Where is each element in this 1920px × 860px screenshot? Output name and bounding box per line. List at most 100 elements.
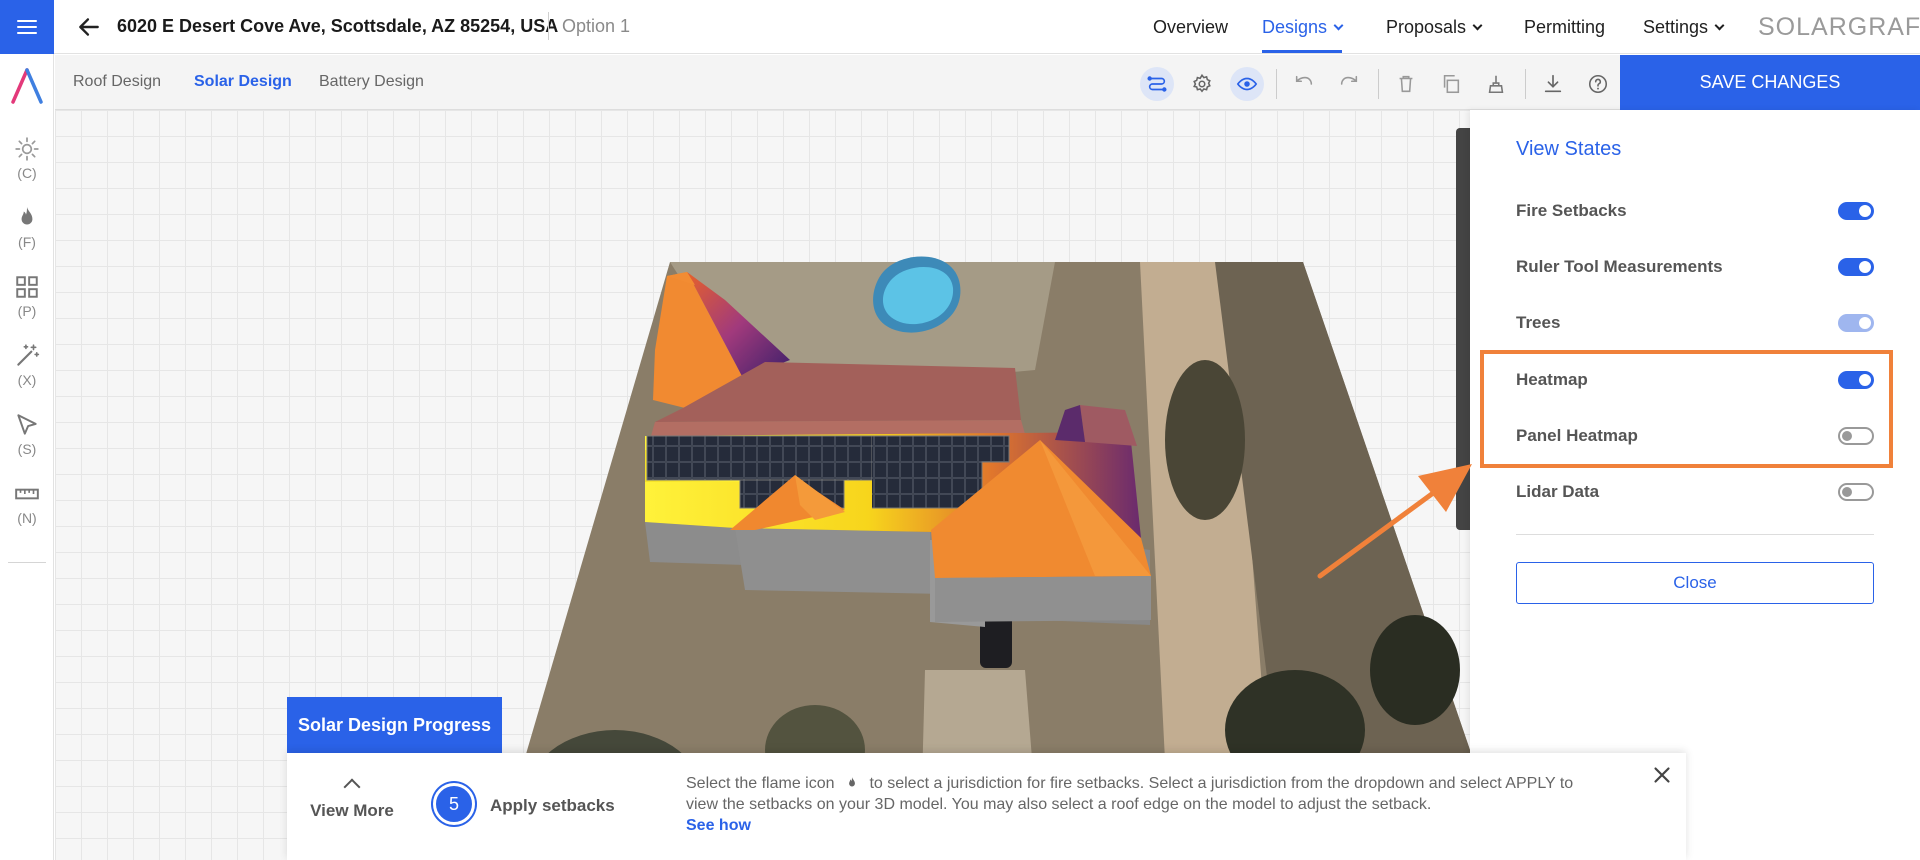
view-state-fire-setbacks: Fire Setbacks bbox=[1516, 196, 1874, 226]
panel-divider bbox=[1516, 534, 1874, 535]
flame-icon bbox=[21, 207, 33, 225]
view-state-label: Fire Setbacks bbox=[1516, 201, 1627, 220]
tab-solar-design[interactable]: Solar Design bbox=[194, 73, 292, 91]
chevron-down-icon bbox=[1472, 20, 1483, 30]
nav-settings-label: Settings bbox=[1643, 16, 1709, 37]
nav-proposals-label: Proposals bbox=[1386, 16, 1467, 37]
tool-key: (N) bbox=[17, 510, 37, 526]
nav-permitting-label: Permitting bbox=[1524, 16, 1606, 37]
app-logo-icon bbox=[11, 68, 43, 104]
delete-button[interactable] bbox=[1389, 67, 1423, 101]
fire-setbacks-toggle[interactable] bbox=[1838, 202, 1874, 220]
brush-icon bbox=[1488, 75, 1504, 94]
view-state-label: Heatmap bbox=[1516, 370, 1588, 389]
heatmap-toggle[interactable] bbox=[1838, 371, 1874, 389]
progress-card: View More 5 Apply setbacks Select the fl… bbox=[287, 753, 1686, 860]
nav-designs-label: Designs bbox=[1262, 16, 1328, 37]
download-icon bbox=[1544, 74, 1562, 93]
step-number-badge: 5 bbox=[433, 783, 475, 825]
tool-fire[interactable]: (F) bbox=[0, 205, 54, 250]
nav-designs[interactable]: Designs bbox=[1262, 0, 1344, 54]
view-state-label: Panel Heatmap bbox=[1516, 426, 1638, 445]
hamburger-menu-icon[interactable] bbox=[0, 0, 54, 54]
step-title: Apply setbacks bbox=[490, 796, 615, 815]
view-more-button[interactable]: View More bbox=[287, 775, 417, 821]
view-states-panel: View States Fire Setbacks Ruler Tool Mea… bbox=[1470, 110, 1920, 860]
trees-toggle[interactable] bbox=[1838, 314, 1874, 332]
nav-proposals[interactable]: Proposals bbox=[1386, 0, 1483, 54]
view-state-trees: Trees bbox=[1516, 308, 1874, 338]
left-toolbar: (C) (F) (P) (X) (S) (N) bbox=[0, 54, 54, 860]
ruler-icon bbox=[15, 488, 39, 500]
nav-overview-label: Overview bbox=[1153, 16, 1229, 37]
tool-ruler[interactable]: (N) bbox=[0, 481, 54, 526]
tool-sun[interactable]: (C) bbox=[0, 136, 54, 181]
tool-key: (X) bbox=[17, 372, 37, 388]
panel-resize-handle[interactable] bbox=[1456, 128, 1470, 530]
lidar-data-toggle[interactable] bbox=[1838, 483, 1874, 501]
close-icon[interactable] bbox=[1649, 762, 1675, 788]
brush-button[interactable] bbox=[1479, 67, 1513, 101]
settings-button[interactable] bbox=[1185, 67, 1219, 101]
tool-key: (F) bbox=[18, 234, 36, 250]
chevron-down-icon bbox=[1333, 20, 1344, 30]
nav-overview[interactable]: Overview bbox=[1153, 0, 1228, 54]
sun-icon bbox=[15, 137, 39, 161]
ruler-measurements-toggle[interactable] bbox=[1838, 258, 1874, 276]
toolbar-divider bbox=[1378, 69, 1379, 99]
toolbar-divider bbox=[1276, 69, 1277, 99]
tool-magic[interactable]: (X) bbox=[0, 343, 54, 388]
view-state-ruler: Ruler Tool Measurements bbox=[1516, 252, 1874, 282]
back-arrow-icon[interactable] bbox=[76, 14, 102, 40]
magic-wand-icon bbox=[17, 344, 40, 366]
trash-icon bbox=[1399, 75, 1413, 93]
tab-roof-design[interactable]: Roof Design bbox=[73, 73, 161, 91]
tab-battery-design[interactable]: Battery Design bbox=[319, 73, 424, 91]
tool-select[interactable]: (S) bbox=[0, 412, 54, 457]
view-state-panel-heatmap: Panel Heatmap bbox=[1516, 421, 1874, 451]
tool-key: (S) bbox=[17, 441, 37, 457]
view-state-label: Ruler Tool Measurements bbox=[1516, 257, 1723, 276]
tool-panels[interactable]: (P) bbox=[0, 274, 54, 319]
solar-design-progress-tab[interactable]: Solar Design Progress bbox=[287, 697, 502, 753]
solargraf-logo: SOLARGRAF bbox=[1758, 13, 1920, 41]
tool-key: (C) bbox=[17, 165, 37, 181]
save-changes-button[interactable]: SAVE CHANGES bbox=[1620, 55, 1920, 110]
view-more-label: View More bbox=[310, 801, 394, 820]
top-header: 6020 E Desert Cove Ave, Scottsdale, AZ 8… bbox=[0, 0, 1920, 54]
header-divider bbox=[548, 12, 549, 40]
close-button[interactable]: Close bbox=[1516, 562, 1874, 604]
cursor-arrow-icon bbox=[17, 414, 37, 435]
instruction-text: Select the flame icon bbox=[686, 775, 835, 792]
nav-permitting[interactable]: Permitting bbox=[1524, 0, 1605, 54]
see-how-link[interactable]: See how bbox=[686, 817, 751, 834]
undo-button[interactable] bbox=[1287, 67, 1321, 101]
view-state-heatmap: Heatmap bbox=[1516, 365, 1874, 395]
gear-icon bbox=[1193, 73, 1211, 93]
copy-button[interactable] bbox=[1434, 67, 1468, 101]
view-state-lidar: Lidar Data bbox=[1516, 477, 1874, 507]
help-button[interactable] bbox=[1581, 67, 1615, 101]
download-button[interactable] bbox=[1536, 67, 1570, 101]
copy-icon bbox=[1443, 74, 1460, 94]
design-canvas[interactable] bbox=[55, 110, 1470, 860]
view-state-label: Lidar Data bbox=[1516, 482, 1600, 501]
route-button[interactable] bbox=[1140, 67, 1174, 101]
step-instructions: Select the flame icon to select a jurisd… bbox=[686, 773, 1591, 836]
redo-button[interactable] bbox=[1332, 67, 1366, 101]
project-address: 6020 E Desert Cove Ave, Scottsdale, AZ 8… bbox=[117, 16, 559, 36]
nav-settings[interactable]: Settings bbox=[1643, 0, 1725, 54]
toolbar-divider bbox=[1525, 69, 1526, 99]
panel-heatmap-toggle[interactable] bbox=[1838, 427, 1874, 445]
left-divider bbox=[8, 562, 46, 563]
view-state-label: Trees bbox=[1516, 313, 1561, 332]
visibility-button[interactable] bbox=[1230, 67, 1264, 101]
chevron-up-icon bbox=[343, 778, 361, 796]
redo-icon bbox=[1340, 75, 1358, 85]
route-icon bbox=[1147, 76, 1167, 92]
chevron-down-icon bbox=[1714, 20, 1725, 30]
design-option-label[interactable]: Option 1 bbox=[562, 16, 630, 37]
roof-3d-model[interactable] bbox=[55, 110, 1470, 860]
eye-icon bbox=[1236, 77, 1258, 91]
view-states-title: View States bbox=[1516, 138, 1622, 160]
